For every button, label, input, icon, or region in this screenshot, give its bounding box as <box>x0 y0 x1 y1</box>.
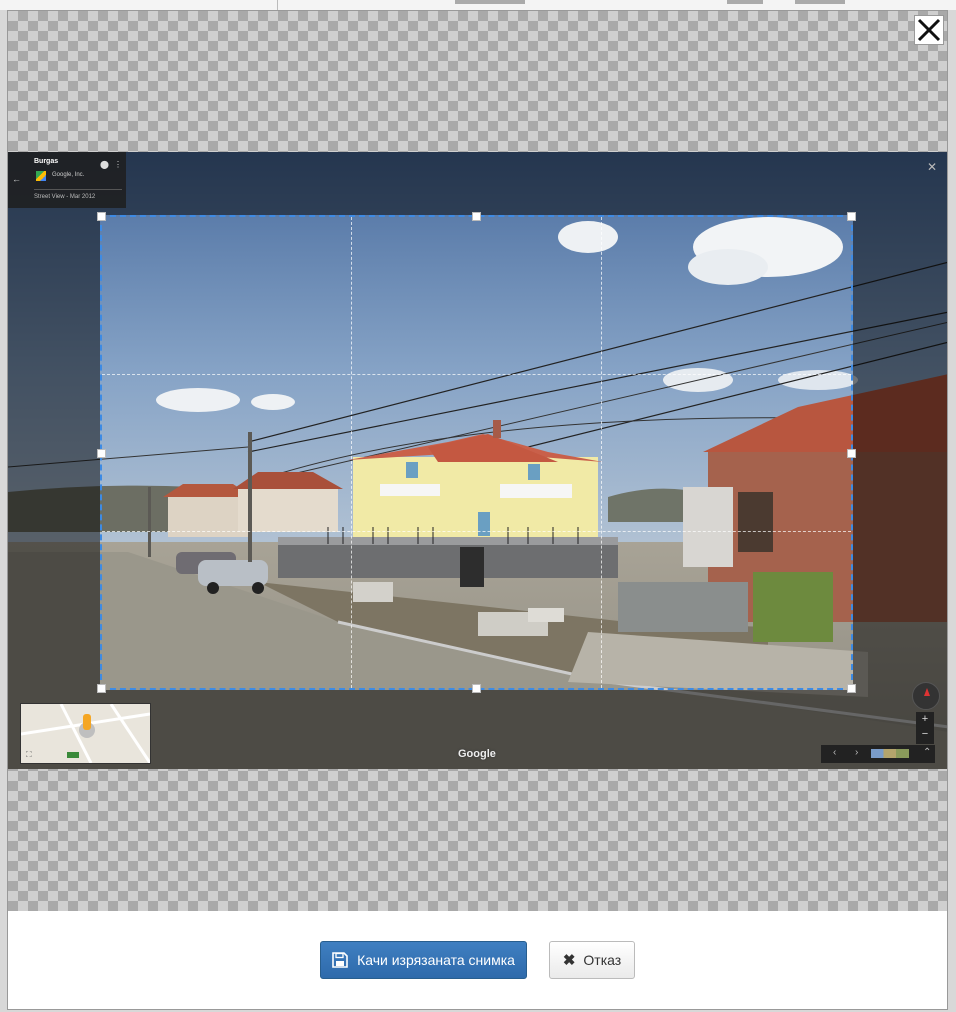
expand-icon: ⛶ <box>26 750 32 759</box>
streetview-close-icon: ✕ <box>926 160 937 174</box>
upload-button-label: Качи изрязаната снимка <box>357 952 515 968</box>
chevron-left-icon: ‹ <box>833 747 837 758</box>
crop-handle-right[interactable] <box>847 449 856 458</box>
google-watermark: Google <box>458 748 496 760</box>
streetview-nav-bar: ‹ › ⌃ <box>821 745 935 763</box>
back-arrow-icon: ← <box>12 174 21 184</box>
google-contributor-icon <box>36 171 46 181</box>
streetview-minimap: ⛶ <box>20 703 151 764</box>
crop-handle-bottom[interactable] <box>472 684 481 693</box>
zoom-control: + − <box>916 712 934 744</box>
source-image: ← Burgas ⬤ ⋮ Google, Inc. Street View - … <box>8 152 947 769</box>
crop-selection-box[interactable] <box>97 212 856 693</box>
modal-close-button[interactable] <box>914 15 944 45</box>
minimap-roads <box>21 704 150 763</box>
crop-handle-bottom-right[interactable] <box>847 684 856 693</box>
upload-cropped-button[interactable]: Качи изрязаната снимка <box>320 941 527 979</box>
crop-grid-line <box>601 217 602 688</box>
card-divider <box>34 189 122 190</box>
background-table-strip <box>0 0 956 10</box>
photo-thumbnails <box>871 749 909 758</box>
crop-grid-line <box>102 531 851 532</box>
floppy-disk-icon <box>332 952 348 968</box>
crop-modal: ← Burgas ⬤ ⋮ Google, Inc. Street View - … <box>7 10 948 1010</box>
chevron-right-icon: › <box>855 747 859 758</box>
more-vert-icon: ⋮ <box>114 160 122 169</box>
location-title: Burgas <box>34 158 59 165</box>
crop-mask-left <box>8 215 100 690</box>
owner-label: Google, Inc. <box>52 172 85 178</box>
close-icon <box>917 18 941 42</box>
modal-footer: Качи изрязаната снимка ✖ Отказ <box>8 911 947 1009</box>
crop-handle-left[interactable] <box>97 449 106 458</box>
streetview-info-card: ← Burgas ⬤ ⋮ Google, Inc. Street View - … <box>8 152 126 208</box>
crop-mask-top <box>8 152 947 215</box>
crop-handle-top[interactable] <box>472 212 481 221</box>
crop-handle-top-left[interactable] <box>97 212 106 221</box>
chevron-up-icon: ⌃ <box>923 747 932 758</box>
crop-handle-top-right[interactable] <box>847 212 856 221</box>
crop-mask-right <box>853 215 947 690</box>
cancel-button[interactable]: ✖ Отказ <box>549 941 635 979</box>
cancel-button-label: Отказ <box>583 952 622 968</box>
close-icon: ✖ <box>562 952 576 969</box>
crop-grid-line <box>102 374 851 375</box>
crop-grid-line <box>351 217 352 688</box>
crop-handle-bottom-left[interactable] <box>97 684 106 693</box>
map-pin-icon: ⬤ <box>100 160 109 169</box>
compass-icon <box>912 682 940 710</box>
capture-date: Street View - Mar 2012 <box>34 194 96 200</box>
